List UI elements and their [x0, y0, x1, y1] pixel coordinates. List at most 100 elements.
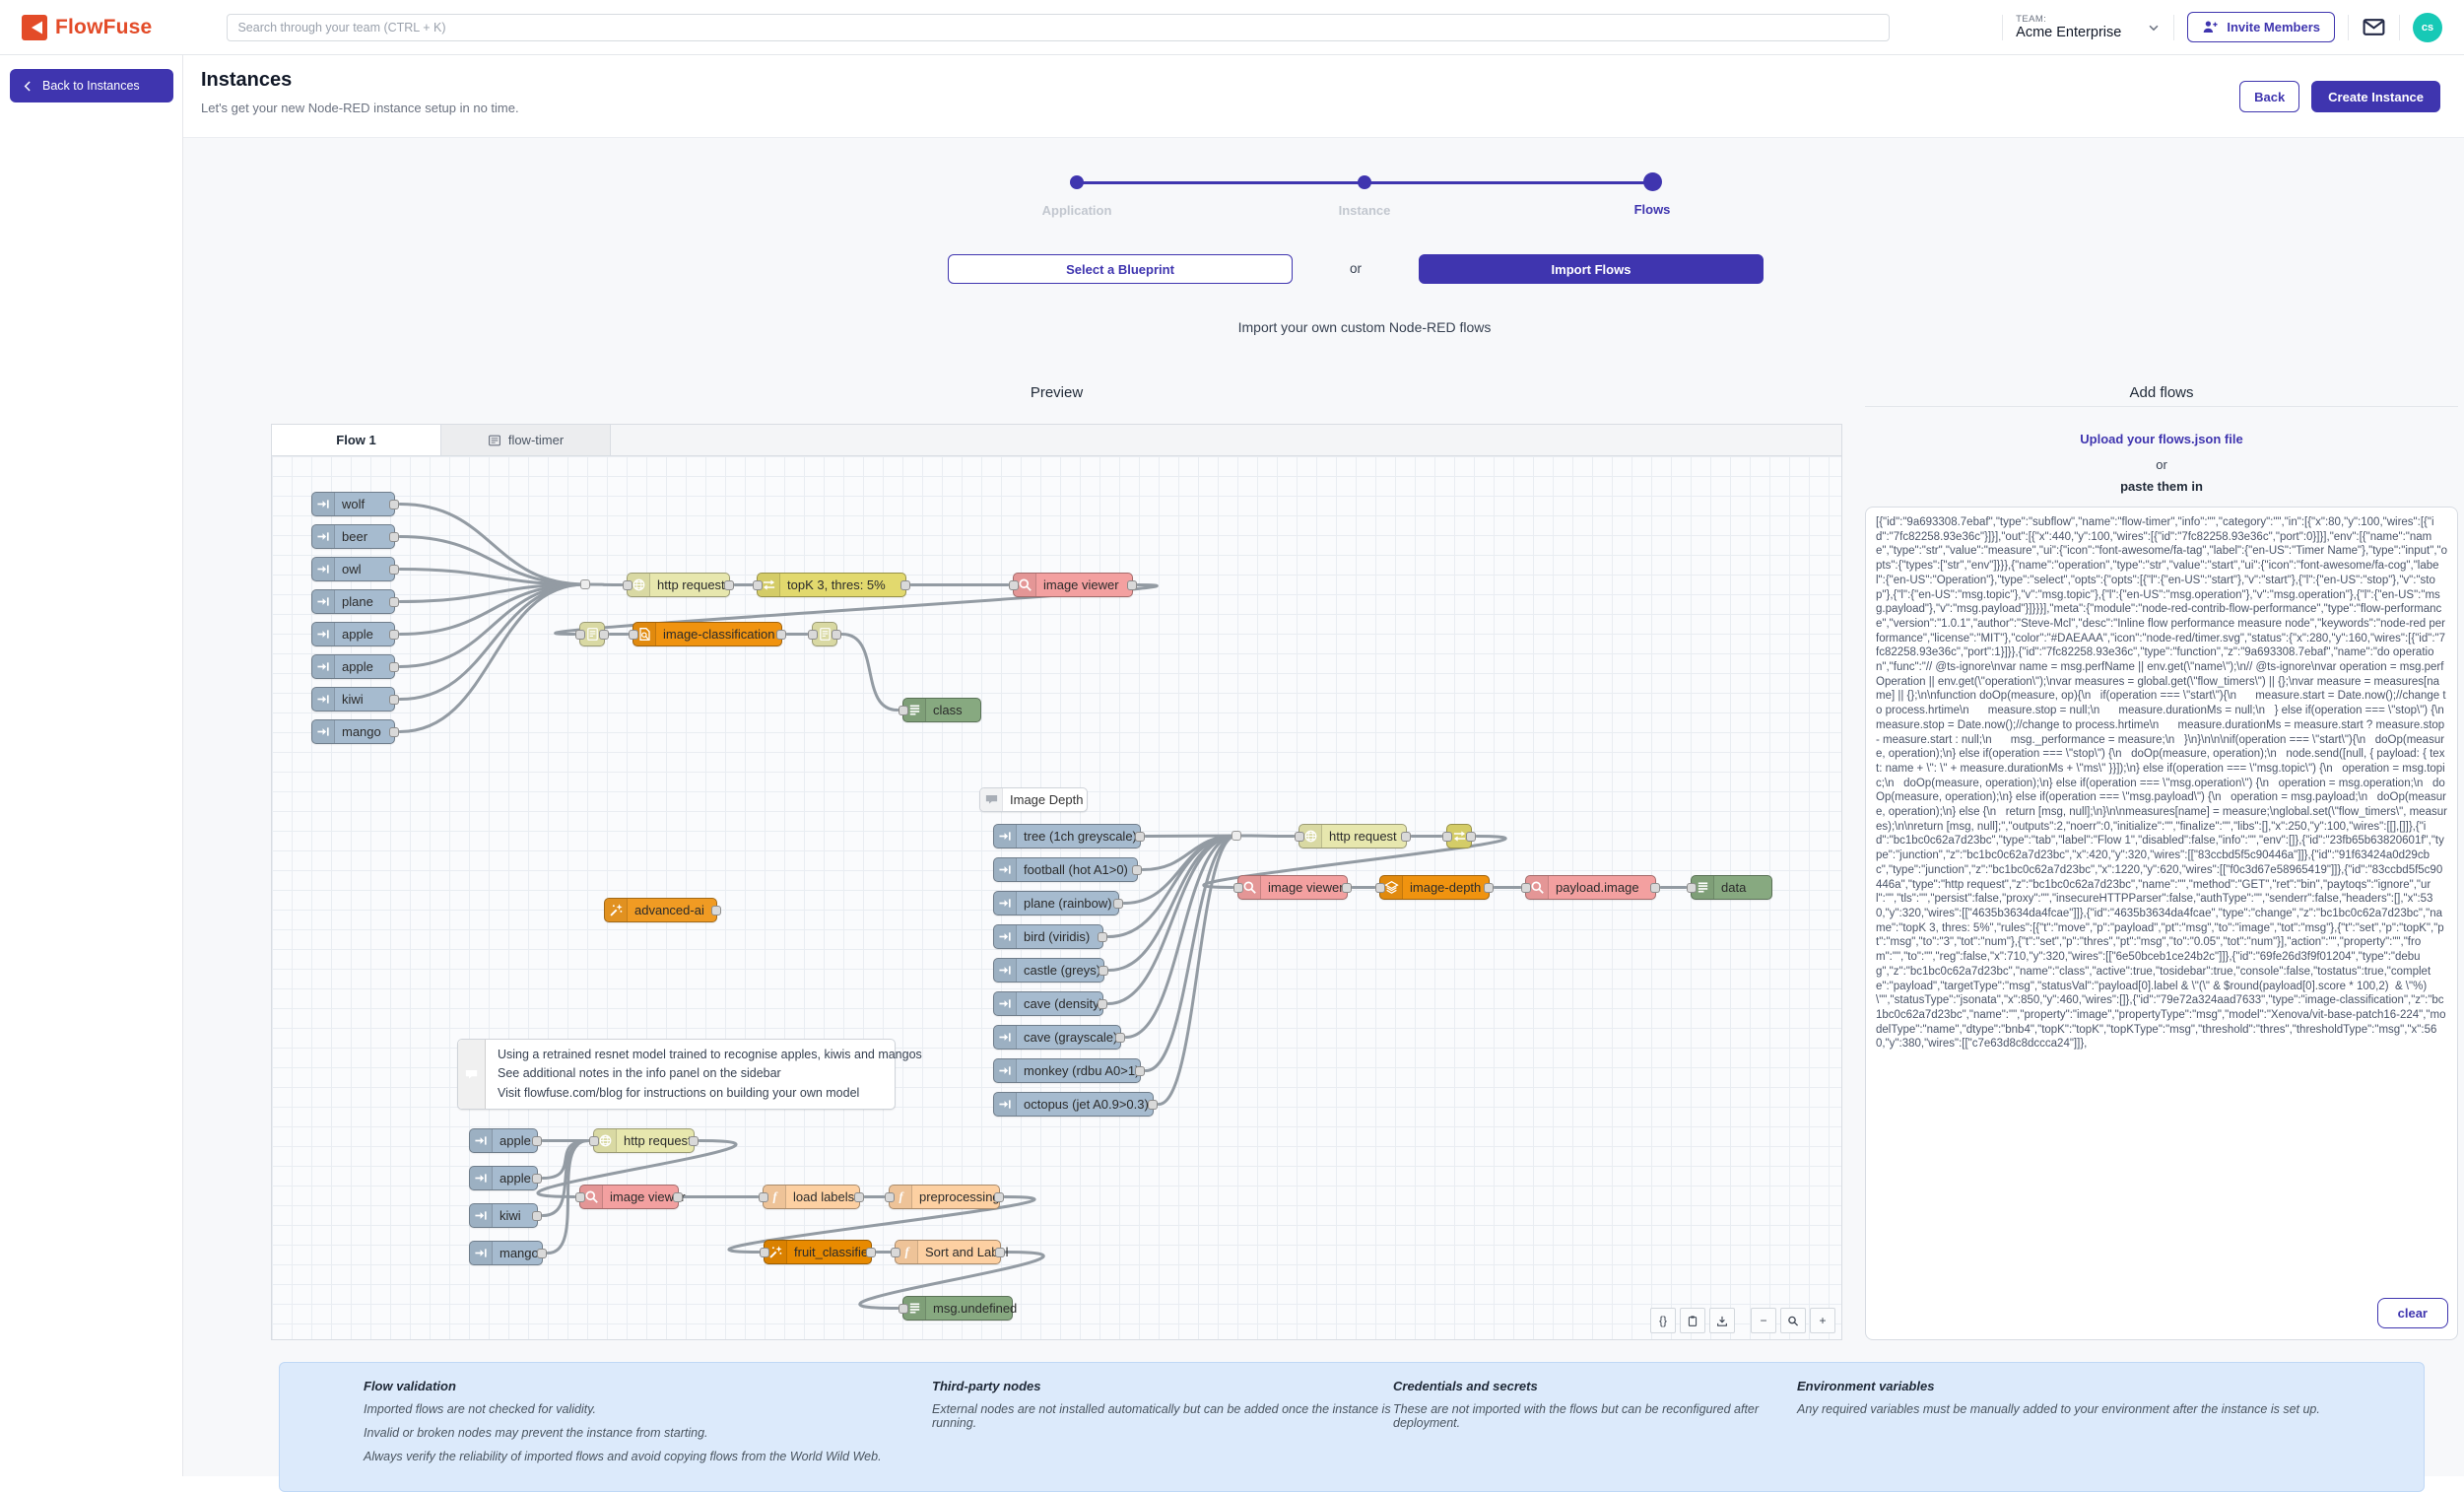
- step-dot[interactable]: [1643, 172, 1662, 191]
- flow-node-viewer-b[interactable]: image viewer: [1237, 875, 1348, 900]
- node-output-port[interactable]: [1466, 832, 1476, 842]
- node-input-port[interactable]: [885, 1192, 895, 1202]
- flow-node-monkey[interactable]: monkey (rdbu A0>1): [993, 1058, 1141, 1083]
- tab-flow-1[interactable]: Flow 1: [272, 425, 441, 455]
- flow-node-tree[interactable]: tree (1ch greyscale): [993, 824, 1141, 848]
- code-braces-icon[interactable]: {}: [1650, 1308, 1676, 1333]
- flow-node-advai[interactable]: advanced-ai: [604, 898, 717, 922]
- node-input-port[interactable]: [760, 1248, 769, 1257]
- flowfuse-logo[interactable]: FlowFuse: [22, 15, 152, 40]
- node-output-port[interactable]: [776, 630, 786, 640]
- flow-canvas[interactable]: {}−+ wolfbeerowlplaneappleapplekiwimango…: [272, 456, 1841, 1339]
- flow-node-octopus[interactable]: octopus (jet A0.9>0.3): [993, 1092, 1154, 1117]
- flow-node-preproc[interactable]: fpreprocessing: [889, 1185, 1000, 1209]
- node-output-port[interactable]: [1342, 883, 1352, 893]
- back-to-instances-button[interactable]: Back to Instances: [10, 69, 173, 102]
- node-output-port[interactable]: [1135, 832, 1145, 842]
- flow-node-kiwi-c[interactable]: kiwi: [469, 1203, 538, 1228]
- node-output-port[interactable]: [673, 1192, 683, 1202]
- flow-node-kiwi-a[interactable]: kiwi: [311, 687, 395, 712]
- zoom-out-icon[interactable]: −: [1751, 1308, 1776, 1333]
- select-blueprint-button[interactable]: Select a Blueprint: [948, 254, 1293, 284]
- node-output-port[interactable]: [1098, 932, 1107, 942]
- flow-node-viewer-c[interactable]: image viewer: [579, 1185, 679, 1209]
- flow-note-bignote[interactable]: Using a retrained resnet model trained t…: [457, 1039, 896, 1110]
- node-output-port[interactable]: [389, 500, 399, 509]
- node-input-port[interactable]: [899, 1304, 908, 1314]
- flow-node-chg-b[interactable]: [1446, 824, 1472, 848]
- flow-node-mango-a[interactable]: mango: [311, 719, 395, 744]
- flow-node-tmpl-a1[interactable]: [579, 622, 605, 646]
- flow-node-cave-density[interactable]: cave (density): [993, 991, 1103, 1016]
- clear-button[interactable]: clear: [2377, 1298, 2448, 1328]
- flow-node-imgclass[interactable]: image-classification: [633, 622, 782, 646]
- node-output-port[interactable]: [1098, 999, 1107, 1009]
- flow-node-sortlabel[interactable]: fSort and Label: [895, 1240, 1001, 1264]
- node-output-port[interactable]: [724, 580, 734, 590]
- node-output-port[interactable]: [711, 906, 721, 916]
- flow-node-cave-grayscale[interactable]: cave (grayscale): [993, 1025, 1121, 1050]
- flow-node-data-dbg[interactable]: data: [1691, 875, 1772, 900]
- flow-junction-junction-b[interactable]: [1232, 831, 1241, 841]
- download-icon[interactable]: [1709, 1308, 1735, 1333]
- node-input-port[interactable]: [1233, 883, 1243, 893]
- flow-node-plane-a[interactable]: plane: [311, 589, 395, 614]
- flow-node-http-b[interactable]: http request: [1299, 824, 1407, 848]
- user-avatar[interactable]: cs: [2413, 13, 2442, 42]
- flow-node-owl[interactable]: owl: [311, 557, 395, 581]
- node-output-port[interactable]: [389, 597, 399, 607]
- node-input-port[interactable]: [623, 580, 633, 590]
- flow-node-football[interactable]: football (hot A1>0): [993, 857, 1138, 882]
- flows-json-textarea[interactable]: [1865, 507, 2458, 1340]
- flow-node-viewer-a[interactable]: image viewer: [1013, 573, 1133, 597]
- flow-node-note-depth[interactable]: Image Depth: [979, 787, 1088, 812]
- node-output-port[interactable]: [1132, 865, 1142, 875]
- flow-node-imgdepth[interactable]: image-depth: [1379, 875, 1490, 900]
- flow-node-fruitclass[interactable]: fruit_classifier: [764, 1240, 872, 1264]
- node-output-port[interactable]: [994, 1192, 1004, 1202]
- node-output-port[interactable]: [1484, 883, 1494, 893]
- flow-node-msgundef[interactable]: msg.undefined: [902, 1296, 1013, 1321]
- flow-node-apple-a2[interactable]: apple: [311, 654, 395, 679]
- node-output-port[interactable]: [995, 1248, 1005, 1257]
- node-output-port[interactable]: [1113, 899, 1123, 909]
- flow-node-topk[interactable]: topK 3, thres: 5%: [757, 573, 906, 597]
- node-output-port[interactable]: [689, 1136, 699, 1146]
- flow-node-mango-c[interactable]: mango: [469, 1241, 543, 1265]
- flow-node-http-c[interactable]: http request: [593, 1128, 695, 1153]
- node-output-port[interactable]: [1115, 1033, 1125, 1043]
- node-output-port[interactable]: [389, 662, 399, 672]
- notifications-envelope-icon[interactable]: [2362, 15, 2386, 39]
- node-input-port[interactable]: [589, 1136, 599, 1146]
- node-output-port[interactable]: [599, 630, 609, 640]
- flow-node-bird[interactable]: bird (viridis): [993, 924, 1103, 949]
- node-output-port[interactable]: [854, 1192, 864, 1202]
- node-input-port[interactable]: [1009, 580, 1019, 590]
- node-input-port[interactable]: [753, 580, 763, 590]
- import-flows-button[interactable]: Import Flows: [1419, 254, 1764, 284]
- node-input-port[interactable]: [891, 1248, 900, 1257]
- node-input-port[interactable]: [1687, 883, 1697, 893]
- node-output-port[interactable]: [532, 1211, 542, 1221]
- zoom-in-icon[interactable]: +: [1810, 1308, 1835, 1333]
- node-output-port[interactable]: [389, 695, 399, 705]
- node-input-port[interactable]: [808, 630, 818, 640]
- node-input-port[interactable]: [1295, 832, 1304, 842]
- node-output-port[interactable]: [532, 1174, 542, 1184]
- flow-node-loadlabels[interactable]: fload labels: [763, 1185, 860, 1209]
- flow-node-tmpl-a2[interactable]: [812, 622, 837, 646]
- flow-node-http-a[interactable]: http request: [627, 573, 730, 597]
- step-dot[interactable]: [1070, 175, 1084, 189]
- flow-node-plane-b[interactable]: plane (rainbow): [993, 891, 1119, 916]
- flow-node-wolf[interactable]: wolf: [311, 492, 395, 516]
- team-selector[interactable]: TEAM: Acme Enterprise: [2016, 14, 2161, 40]
- node-input-port[interactable]: [575, 630, 585, 640]
- create-instance-button[interactable]: Create Instance: [2311, 81, 2440, 112]
- flow-node-class-dbg[interactable]: class: [902, 698, 981, 722]
- node-input-port[interactable]: [1521, 883, 1531, 893]
- back-button[interactable]: Back: [2239, 81, 2299, 112]
- node-input-port[interactable]: [1375, 883, 1385, 893]
- node-output-port[interactable]: [537, 1249, 547, 1258]
- node-output-port[interactable]: [389, 727, 399, 737]
- node-input-port[interactable]: [629, 630, 638, 640]
